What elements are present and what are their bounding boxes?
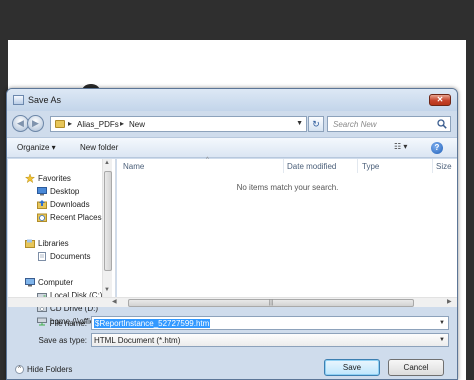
breadcrumb-separator[interactable]: ▸ [120, 119, 124, 128]
window-icon [13, 95, 24, 105]
star-icon [25, 174, 35, 183]
address-dropdown-icon[interactable]: ▼ [296, 120, 303, 127]
search-icon [437, 119, 447, 129]
help-button[interactable]: ? [431, 142, 443, 154]
file-list-pane[interactable]: ^ Name Date modified Type Size No items … [117, 157, 457, 306]
sort-indicator-icon: ^ [206, 157, 209, 163]
dialog-title: Save As [28, 95, 62, 105]
save-button[interactable]: Save [324, 359, 380, 376]
save-as-type-value: HTML Document (*.htm) [94, 336, 181, 345]
filename-label: File name: [49, 319, 87, 328]
breadcrumb-separator[interactable]: ▸ [68, 119, 72, 128]
nav-label: Favorites [38, 174, 71, 183]
chevron-up-icon: ^ [15, 365, 24, 375]
background-app-titlebar [0, 0, 474, 40]
background-app-right-edge [466, 40, 474, 380]
column-divider[interactable] [283, 159, 284, 173]
column-header-size[interactable]: Size [436, 162, 452, 171]
column-header-type[interactable]: Type [362, 162, 379, 171]
new-folder-button[interactable]: New folder [80, 143, 118, 152]
save-as-type-label: Save as type: [38, 336, 87, 345]
filename-value[interactable]: $ReportInstance_52727599.htm [94, 319, 211, 328]
scrollbar-thumb[interactable]: ||| [128, 299, 414, 307]
computer-icon [25, 278, 35, 287]
search-input[interactable]: Search New [327, 116, 451, 132]
column-header-name[interactable]: Name [123, 162, 144, 171]
nav-label: Recent Places [50, 213, 102, 222]
address-bar[interactable]: ▸ Alias_PDFs ▸ New ▼ [50, 116, 307, 132]
hide-folders-label: Hide Folders [27, 365, 73, 374]
save-as-dialog: Save As ✕ ◀ ▶ ▸ Alias_PDFs ▸ New ▼ ↻ Sea… [6, 88, 458, 380]
column-divider[interactable] [432, 159, 433, 173]
scrollbar-thumb[interactable] [104, 171, 112, 271]
nav-label: Libraries [38, 239, 69, 248]
address-row: ◀ ▶ ▸ Alias_PDFs ▸ New ▼ ↻ Search New [7, 111, 457, 137]
breadcrumb-alias-pdfs[interactable]: Alias_PDFs [77, 120, 119, 129]
navigation-pane: Favorites Desktop Downloads Recent Place… [8, 159, 116, 306]
nav-label: Documents [50, 252, 91, 261]
downloads-icon [37, 200, 47, 209]
scroll-right-icon[interactable]: ▶ [447, 298, 452, 305]
nav-label: Computer [38, 278, 74, 287]
nav-label: Desktop [50, 187, 80, 196]
command-toolbar: Organize ▾ New folder ☷ ▾ ? [7, 137, 457, 158]
cancel-button[interactable]: Cancel [388, 359, 444, 376]
nav-label: Downloads [50, 200, 90, 209]
scroll-left-icon[interactable]: ◀ [112, 298, 117, 305]
hide-folders-toggle[interactable]: ^ Hide Folders [15, 365, 73, 375]
horizontal-scrollbar[interactable]: ◀ ||| ▶ [8, 297, 457, 307]
folder-icon [55, 120, 65, 128]
close-button[interactable]: ✕ [429, 94, 451, 106]
desktop-icon [37, 187, 47, 196]
save-as-type-select[interactable]: HTML Document (*.htm) ▼ [91, 333, 449, 347]
empty-results-message: No items match your search. [236, 183, 339, 192]
organize-menu[interactable]: Organize ▾ [17, 143, 56, 152]
chevron-down-icon[interactable]: ▼ [439, 337, 445, 343]
search-placeholder: Search New [333, 120, 377, 129]
scroll-down-icon[interactable]: ▼ [104, 287, 110, 293]
filename-field[interactable]: $ReportInstance_52727599.htm ▼ [91, 316, 449, 330]
views-menu[interactable]: ☷ ▾ [394, 142, 416, 154]
nav-vertical-scrollbar[interactable]: ▲ ▼ [102, 159, 112, 297]
documents-icon [38, 252, 46, 261]
breadcrumb-new[interactable]: New [129, 120, 145, 129]
libraries-icon [25, 239, 35, 248]
refresh-button[interactable]: ↻ [308, 116, 324, 132]
column-divider[interactable] [357, 159, 358, 173]
scroll-up-icon[interactable]: ▲ [104, 160, 110, 166]
chevron-down-icon[interactable]: ▼ [439, 320, 445, 326]
dialog-titlebar[interactable]: Save As ✕ [7, 89, 457, 111]
forward-button[interactable]: ▶ [27, 115, 44, 132]
recent-places-icon [37, 213, 47, 222]
column-header-date-modified[interactable]: Date modified [287, 162, 336, 171]
